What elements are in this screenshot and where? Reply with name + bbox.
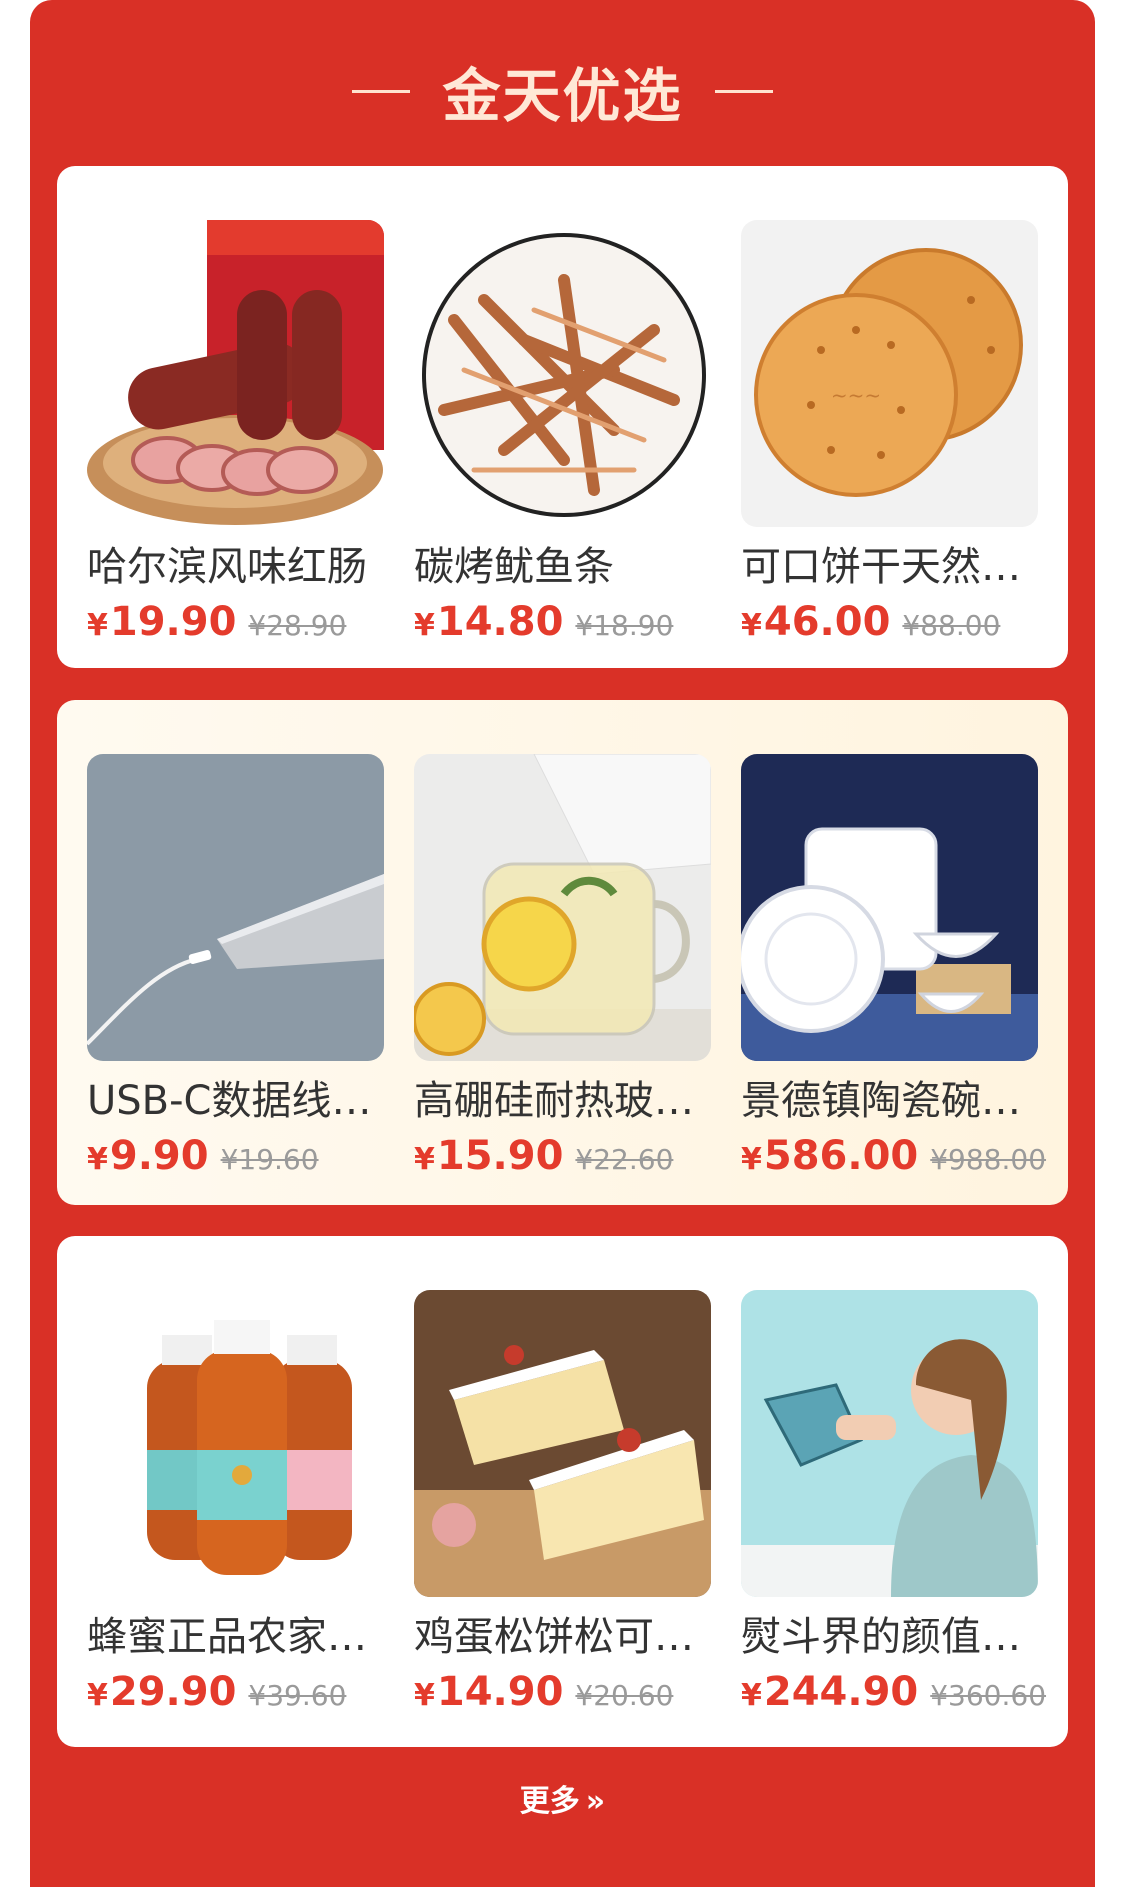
original-price: ¥18.90 xyxy=(575,609,674,642)
original-price: ¥28.90 xyxy=(248,609,347,642)
product-item[interactable]: USB-C数据线… ¥9.90 ¥19.60 xyxy=(87,754,384,1187)
product-card-group-1: 哈尔滨风味红肠 ¥19.90 ¥28.90 碳烤鱿鱼条 ¥14.80 ¥18.9… xyxy=(57,166,1068,668)
current-price: ¥14.90 xyxy=(414,1669,564,1715)
product-item[interactable]: 哈尔滨风味红肠 ¥19.90 ¥28.90 xyxy=(87,220,384,653)
biscuit-image[interactable]: ~~~ xyxy=(741,220,1038,527)
price-row: ¥29.90 ¥39.60 xyxy=(87,1669,384,1723)
ceramic-bowls-image[interactable] xyxy=(741,754,1038,1061)
product-name[interactable]: 熨斗界的颜值… xyxy=(741,1609,1041,1665)
product-card-group-2: USB-C数据线… ¥9.90 ¥19.60 高硼硅耐热玻… ¥15.90 ¥2… xyxy=(57,700,1068,1205)
cake-image[interactable] xyxy=(414,1290,711,1597)
product-grid: 哈尔滨风味红肠 ¥19.90 ¥28.90 碳烤鱿鱼条 ¥14.80 ¥18.9… xyxy=(87,220,1038,653)
current-price: ¥19.90 xyxy=(87,599,237,645)
price-row: ¥46.00 ¥88.00 xyxy=(741,599,1038,653)
price-row: ¥586.00 ¥988.00 xyxy=(741,1133,1046,1187)
current-price: ¥46.00 xyxy=(741,599,891,645)
original-price: ¥19.60 xyxy=(220,1143,319,1176)
product-item[interactable]: 景德镇陶瓷碗… ¥586.00 ¥988.00 xyxy=(741,754,1046,1187)
product-item[interactable]: 鸡蛋松饼松可… ¥14.90 ¥20.60 xyxy=(414,1290,711,1723)
header-right-divider xyxy=(714,89,773,93)
current-price: ¥9.90 xyxy=(87,1133,209,1179)
product-name[interactable]: 鸡蛋松饼松可… xyxy=(414,1609,714,1665)
header-left-divider xyxy=(352,89,411,93)
price-row: ¥15.90 ¥22.60 xyxy=(414,1133,711,1187)
current-price: ¥586.00 xyxy=(741,1133,919,1179)
price-row: ¥14.90 ¥20.60 xyxy=(414,1669,711,1723)
double-chevron-right-icon: » xyxy=(585,1784,606,1819)
original-price: ¥20.60 xyxy=(575,1679,674,1712)
product-grid: 蜂蜜正品农家… ¥29.90 ¥39.60 鸡蛋松饼松可… ¥14.90 ¥20… xyxy=(87,1290,1046,1723)
price-row: ¥19.90 ¥28.90 xyxy=(87,599,384,653)
featured-panel: 金天优选 哈尔滨风味红肠 ¥19.90 ¥28.90 碳烤鱿鱼条 ¥14.80 … xyxy=(30,0,1095,1887)
more-link[interactable]: 更多» xyxy=(30,1776,1095,1820)
price-row: ¥9.90 ¥19.60 xyxy=(87,1133,384,1187)
iron-image[interactable] xyxy=(741,1290,1038,1597)
current-price: ¥29.90 xyxy=(87,1669,237,1715)
original-price: ¥39.60 xyxy=(248,1679,347,1712)
current-price: ¥14.80 xyxy=(414,599,564,645)
product-name[interactable]: 可口饼干天然… xyxy=(741,539,1041,595)
squid-strips-image[interactable] xyxy=(414,220,711,527)
original-price: ¥360.60 xyxy=(930,1679,1047,1712)
product-name[interactable]: 哈尔滨风味红肠 xyxy=(87,539,387,595)
price-row: ¥14.80 ¥18.90 xyxy=(414,599,711,653)
product-name[interactable]: 景德镇陶瓷碗… xyxy=(741,1073,1041,1129)
svg-text:~~~: ~~~ xyxy=(831,383,881,407)
product-name[interactable]: 蜂蜜正品农家… xyxy=(87,1609,387,1665)
original-price: ¥88.00 xyxy=(902,609,1001,642)
product-name[interactable]: 碳烤鱿鱼条 xyxy=(414,539,714,595)
usb-cable-image[interactable] xyxy=(87,754,384,1061)
original-price: ¥988.00 xyxy=(930,1143,1047,1176)
product-card-group-3: 蜂蜜正品农家… ¥29.90 ¥39.60 鸡蛋松饼松可… ¥14.90 ¥20… xyxy=(57,1236,1068,1747)
sausage-image[interactable] xyxy=(87,220,384,527)
honey-image[interactable] xyxy=(87,1290,384,1597)
section-title: 金天优选 xyxy=(442,62,683,130)
product-item[interactable]: 碳烤鱿鱼条 ¥14.80 ¥18.90 xyxy=(414,220,711,653)
glass-cup-image[interactable] xyxy=(414,754,711,1061)
product-item[interactable]: 高硼硅耐热玻… ¥15.90 ¥22.60 xyxy=(414,754,711,1187)
more-label: 更多 xyxy=(519,1784,580,1819)
current-price: ¥244.90 xyxy=(741,1669,919,1715)
product-name[interactable]: 高硼硅耐热玻… xyxy=(414,1073,714,1129)
price-row: ¥244.90 ¥360.60 xyxy=(741,1669,1046,1723)
section-header: 金天优选 xyxy=(30,48,1095,134)
current-price: ¥15.90 xyxy=(414,1133,564,1179)
original-price: ¥22.60 xyxy=(575,1143,674,1176)
product-grid: USB-C数据线… ¥9.90 ¥19.60 高硼硅耐热玻… ¥15.90 ¥2… xyxy=(87,754,1046,1187)
product-item[interactable]: ~~~ 可口饼干天然… ¥46.00 ¥88.00 xyxy=(741,220,1038,653)
product-item[interactable]: 蜂蜜正品农家… ¥29.90 ¥39.60 xyxy=(87,1290,384,1723)
product-item[interactable]: 熨斗界的颜值… ¥244.90 ¥360.60 xyxy=(741,1290,1046,1723)
product-name[interactable]: USB-C数据线… xyxy=(87,1073,387,1129)
